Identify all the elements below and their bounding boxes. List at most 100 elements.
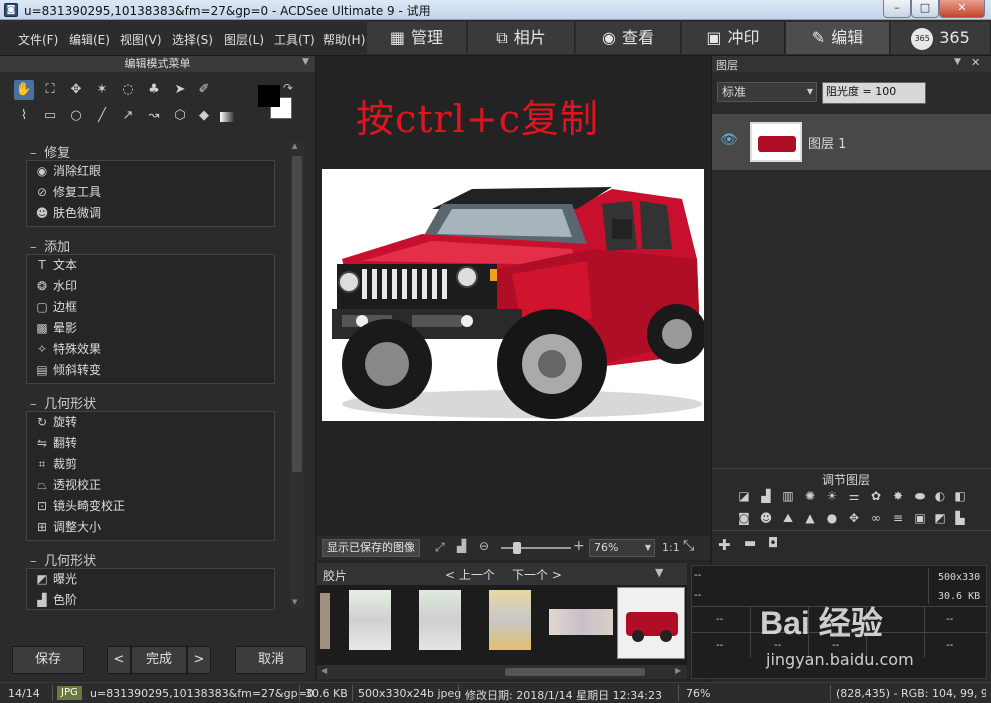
swap-colors-icon[interactable]: ↷ bbox=[283, 81, 293, 95]
curves-icon[interactable]: ✺ bbox=[802, 488, 818, 504]
thumbnail[interactable] bbox=[549, 609, 613, 635]
fit-icon[interactable]: ⤢ bbox=[435, 540, 445, 555]
scroll-right-icon[interactable]: ▶ bbox=[675, 666, 681, 675]
menu-vignette[interactable]: ▩ 晕影 bbox=[27, 318, 274, 339]
menu-text[interactable]: T 文本 bbox=[27, 255, 274, 276]
opacity-field[interactable]: 阻光度 = 100 bbox=[822, 82, 926, 104]
scroll-thumb[interactable] bbox=[292, 156, 302, 472]
visibility-eye-icon[interactable]: 👁 bbox=[720, 132, 738, 148]
polygon-icon[interactable]: ⬡ bbox=[170, 106, 190, 126]
menu-crop[interactable]: ⌗ 裁剪 bbox=[27, 454, 274, 475]
chart-icon[interactable]: ▙ bbox=[952, 510, 968, 526]
tint-icon[interactable]: ◐ bbox=[932, 488, 948, 504]
menu-red-eye[interactable]: ◉ 消除红眼 bbox=[27, 161, 274, 182]
panel-scrollbar[interactable]: ▲ ▼ bbox=[290, 142, 304, 608]
zoom-slider-thumb[interactable] bbox=[513, 542, 521, 554]
zoom-in-icon[interactable]: + bbox=[573, 538, 585, 554]
menu-select[interactable]: 选择(S) bbox=[172, 31, 213, 48]
close-icon[interactable]: ✕ bbox=[971, 56, 980, 69]
skin-icon[interactable]: ☻ bbox=[758, 510, 774, 526]
magic-wand-icon[interactable]: ✶ bbox=[92, 80, 112, 100]
arrow-icon[interactable]: ↗ bbox=[118, 106, 138, 126]
menu-border[interactable]: ▢ 边框 bbox=[27, 297, 274, 318]
menu-lens-correction[interactable]: ⊡ 镜头畸变校正 bbox=[27, 496, 274, 517]
filmstrip-prev[interactable]: < 上一个 bbox=[445, 566, 495, 583]
menu-exposure[interactable]: ◩ 曝光 bbox=[27, 569, 274, 590]
next-image-button[interactable]: > bbox=[187, 646, 211, 674]
rect-select-icon[interactable]: ▭ bbox=[40, 106, 60, 126]
tab-edit[interactable]: ✎ 编辑 bbox=[786, 22, 890, 54]
thumbnail[interactable] bbox=[349, 590, 391, 650]
curve-icon[interactable]: ↝ bbox=[144, 106, 164, 126]
transform-tool-icon[interactable]: ⛶ bbox=[40, 80, 60, 100]
duplicate-layer-icon[interactable]: ▬ bbox=[744, 536, 756, 551]
save-button[interactable]: 保存 bbox=[12, 646, 84, 674]
collapse-icon[interactable]: ▼ bbox=[302, 57, 309, 67]
tab-photos[interactable]: ⧉ 相片 bbox=[468, 22, 575, 54]
tab-develop[interactable]: ▣ 冲印 bbox=[682, 22, 785, 54]
exposure-icon[interactable]: ◪ bbox=[736, 488, 752, 504]
menu-special-effects[interactable]: ✧ 特殊效果 bbox=[27, 339, 274, 360]
smart-brush-icon[interactable]: ♣ bbox=[144, 80, 164, 100]
mask-layer-icon[interactable]: ◘ bbox=[768, 536, 778, 551]
menu-resize[interactable]: ⊞ 调整大小 bbox=[27, 517, 274, 538]
thumbnail[interactable] bbox=[489, 590, 531, 650]
tone-icon[interactable]: ◩ bbox=[932, 510, 948, 526]
lasso-icon[interactable]: ◌ bbox=[118, 80, 138, 100]
zoom-select[interactable]: 76% ▼ bbox=[589, 539, 655, 557]
layer-row[interactable]: 👁 图层 1 bbox=[712, 114, 991, 170]
menu-levels[interactable]: ▟ 色阶 bbox=[27, 590, 274, 609]
menu-rotate[interactable]: ↻ 旋转 bbox=[27, 412, 274, 433]
blend-mode-select[interactable]: 标准 ▼ bbox=[717, 82, 817, 102]
scroll-down-icon[interactable]: ▼ bbox=[292, 598, 297, 606]
gradient-icon[interactable] bbox=[220, 112, 234, 122]
thumbnail[interactable] bbox=[320, 593, 330, 649]
filmstrip-scrollbar[interactable]: ◀ ▶ bbox=[317, 665, 687, 679]
menu-flip[interactable]: ⇋ 翻转 bbox=[27, 433, 274, 454]
menu-repair-tool[interactable]: ⊘ 修复工具 bbox=[27, 182, 274, 203]
dehaze-icon[interactable]: ⛰ bbox=[780, 510, 796, 526]
noise-icon[interactable]: ✥ bbox=[846, 510, 862, 526]
thumbnail-selected[interactable] bbox=[617, 587, 685, 659]
section-title-add[interactable]: – 添加 bbox=[30, 236, 70, 255]
scroll-up-icon[interactable]: ▲ bbox=[292, 142, 297, 150]
tab-view[interactable]: ◉ 查看 bbox=[576, 22, 681, 54]
section-title-exposure[interactable]: – 几何形状 bbox=[30, 550, 96, 569]
gradient-icon[interactable]: ≡ bbox=[890, 510, 906, 526]
bw-icon[interactable]: ◧ bbox=[952, 488, 968, 504]
collapse-icon[interactable]: ▼ bbox=[954, 57, 961, 67]
add-layer-icon[interactable]: ✚ bbox=[718, 536, 731, 554]
zoom-out-icon[interactable]: ⊖ bbox=[479, 539, 489, 553]
blur-icon[interactable]: ● bbox=[824, 510, 840, 526]
prev-image-button[interactable]: < bbox=[107, 646, 131, 674]
thumbnail[interactable] bbox=[419, 590, 461, 650]
show-saved-button[interactable]: 显示已保存的图像 bbox=[322, 539, 420, 557]
menu-help[interactable]: 帮助(H) bbox=[323, 31, 365, 48]
section-title-repair[interactable]: – 修复 bbox=[30, 142, 70, 161]
move-icon[interactable]: ➤ bbox=[170, 80, 190, 100]
glasses-icon[interactable]: ∞ bbox=[868, 510, 884, 526]
cancel-button[interactable]: 取消 bbox=[235, 646, 307, 674]
actual-size-button[interactable]: 1:1 bbox=[662, 541, 680, 554]
levels-icon[interactable]: ▟ bbox=[758, 488, 774, 504]
fullscreen-icon[interactable]: ⤡ bbox=[683, 538, 694, 554]
filmstrip-scroll-thumb[interactable] bbox=[505, 668, 645, 676]
line-icon[interactable]: ╱ bbox=[92, 106, 112, 126]
eyedropper-icon[interactable]: ✐ bbox=[194, 80, 214, 100]
menu-skin-tune[interactable]: ☻ 肤色微调 bbox=[27, 203, 274, 224]
menu-tools[interactable]: 工具(T) bbox=[274, 31, 315, 48]
menu-layer[interactable]: 图层(L) bbox=[224, 31, 264, 48]
tab-manage[interactable]: ▦ 管理 bbox=[367, 22, 467, 54]
color-icon[interactable]: ✿ bbox=[868, 488, 884, 504]
ellipse-select-icon[interactable]: ○ bbox=[66, 106, 86, 126]
sharpen-icon[interactable]: ▲ bbox=[802, 510, 818, 526]
vignette-icon[interactable]: ▣ bbox=[912, 510, 928, 526]
zoom-slider[interactable] bbox=[501, 547, 571, 549]
filmstrip-collapse-icon[interactable]: ▼ bbox=[655, 566, 663, 579]
auto-levels-icon[interactable]: ▥ bbox=[780, 488, 796, 504]
maximize-button[interactable]: □ bbox=[911, 0, 939, 18]
camera-icon[interactable]: ◙ bbox=[736, 510, 752, 526]
menu-view[interactable]: 视图(V) bbox=[120, 31, 162, 48]
scroll-left-icon[interactable]: ◀ bbox=[321, 666, 327, 675]
hand-tool-icon[interactable]: ✋ bbox=[14, 80, 34, 100]
